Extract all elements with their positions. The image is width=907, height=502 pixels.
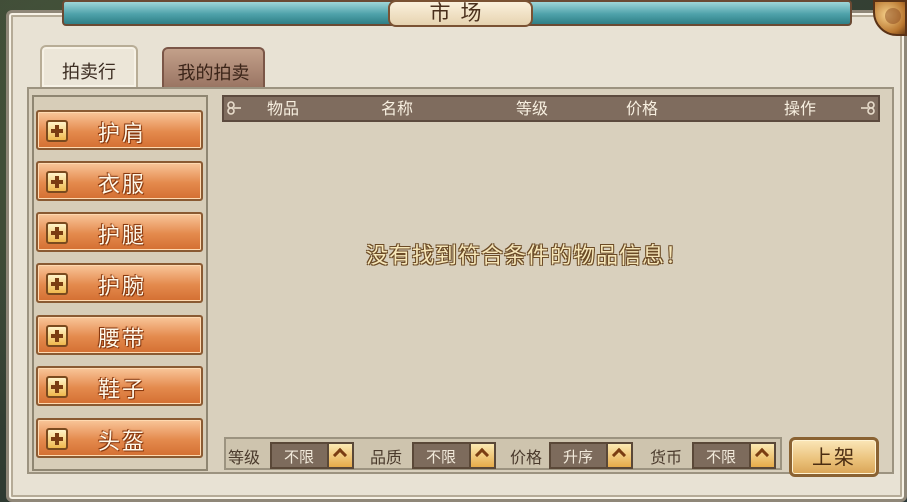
category-label: 护腕 (98, 275, 147, 300)
list-item-button[interactable]: 上架 (789, 437, 879, 477)
filter-value: 不限 (284, 448, 315, 466)
category-label: 头盔 (98, 430, 147, 455)
chevron-up-icon[interactable] (469, 444, 494, 467)
filter-value: 不限 (426, 448, 457, 466)
plus-icon (46, 428, 68, 450)
chevron-up-icon[interactable] (749, 444, 774, 467)
category-label: 护肩 (98, 122, 147, 147)
tab-my-auctions[interactable]: 我的拍卖 (162, 47, 265, 87)
chevron-up-icon[interactable] (327, 444, 352, 467)
plus-icon (46, 222, 68, 244)
plus-icon (46, 273, 68, 295)
column-header-level: 等级 (516, 99, 549, 118)
category-label: 衣服 (98, 173, 147, 198)
tab-auction-house[interactable]: 拍卖行 (40, 45, 138, 87)
filter-value: 不限 (706, 448, 737, 466)
category-label: 腰带 (98, 327, 147, 352)
column-header-name: 名称 (381, 99, 414, 118)
category-button-belt[interactable]: 腰带 (36, 315, 203, 355)
window-title: 市场 (388, 0, 533, 27)
column-header-item: 物品 (267, 99, 300, 118)
item-list-area (222, 122, 880, 437)
category-button-helmet[interactable]: 头盔 (36, 418, 203, 458)
filter-label-price: 价格 (510, 448, 543, 467)
filter-quality-dropdown[interactable]: 不限 (412, 442, 496, 469)
plus-icon (46, 120, 68, 142)
filter-label-level: 等级 (228, 448, 261, 467)
filter-label-currency: 货币 (650, 448, 683, 467)
filter-currency-dropdown[interactable]: 不限 (692, 442, 776, 469)
ornament-icon (227, 101, 241, 115)
ornament-icon (861, 101, 875, 115)
category-button-clothes[interactable]: 衣服 (36, 161, 203, 201)
category-button-leg-guard[interactable]: 护腿 (36, 212, 203, 252)
plus-icon (46, 171, 68, 193)
category-label: 鞋子 (98, 378, 147, 403)
category-button-shoulder[interactable]: 护肩 (36, 110, 203, 150)
category-label: 护腿 (98, 224, 147, 249)
filter-level-dropdown[interactable]: 不限 (270, 442, 354, 469)
table-header: 物品 名称 等级 价格 操作 (222, 95, 880, 122)
filter-value: 升序 (563, 448, 594, 466)
filter-label-quality: 品质 (370, 448, 403, 467)
column-header-action: 操作 (784, 99, 817, 118)
plus-icon (46, 325, 68, 347)
chevron-up-icon[interactable] (606, 444, 631, 467)
column-header-price: 价格 (626, 99, 659, 118)
plus-icon (46, 376, 68, 398)
category-button-shoes[interactable]: 鞋子 (36, 366, 203, 406)
empty-message: 没有找到符合条件的物品信息！ (366, 244, 689, 269)
filter-price-sort-dropdown[interactable]: 升序 (549, 442, 633, 469)
category-button-wrist-guard[interactable]: 护腕 (36, 263, 203, 303)
